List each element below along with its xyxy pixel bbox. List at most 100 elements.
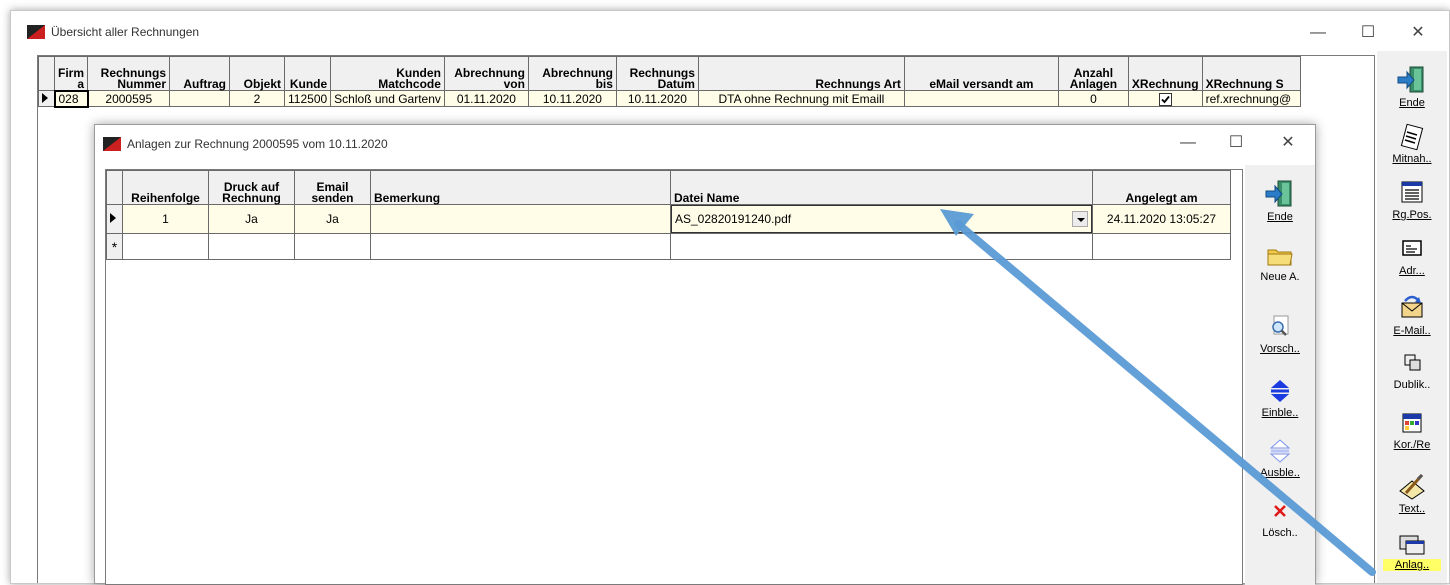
col-header-datei[interactable]: Datei Name bbox=[670, 170, 1093, 205]
minimize-button[interactable]: — bbox=[1295, 19, 1341, 47]
col-header[interactable]: Abrechnung von bbox=[443, 56, 529, 91]
dublik-button[interactable]: Dublik.. bbox=[1383, 345, 1441, 401]
maximize-button[interactable]: ☐ bbox=[1345, 19, 1391, 47]
xrechnung-checkbox[interactable] bbox=[1158, 92, 1172, 106]
cell-anlagen[interactable]: 0 bbox=[1057, 90, 1129, 107]
col-header-line: Reihenfolge bbox=[131, 191, 200, 205]
close-button[interactable]: ✕ bbox=[1395, 19, 1441, 47]
col-header-reihenfolge[interactable]: Reihenfolge bbox=[122, 170, 209, 205]
col-header-line: Objekt bbox=[243, 77, 282, 91]
col-header-line: Nummer bbox=[117, 77, 167, 91]
vorschau-button[interactable]: Vorsch.. bbox=[1251, 307, 1309, 363]
cell-bemerkung[interactable] bbox=[370, 204, 671, 234]
cell-angelegt[interactable]: 24.11.2020 13:05:27 bbox=[1092, 204, 1231, 234]
move-out-icon bbox=[1269, 439, 1291, 463]
new-row[interactable]: * bbox=[106, 233, 1231, 260]
adr-label: Adr... bbox=[1399, 265, 1425, 277]
email-label: E-Mail.. bbox=[1393, 325, 1431, 337]
cell-email-versandt[interactable] bbox=[903, 90, 1059, 107]
col-header[interactable]: Objekt bbox=[229, 56, 286, 91]
cell-bis[interactable]: 10.11.2020 bbox=[527, 90, 617, 107]
einblenden-button[interactable]: Einble.. bbox=[1251, 371, 1309, 427]
rgpos-button[interactable]: Rg.Pos. bbox=[1383, 173, 1441, 229]
cell-objekt[interactable]: 2 bbox=[229, 90, 286, 107]
cell-auftrag[interactable] bbox=[169, 90, 231, 107]
col-header[interactable]: Auftrag bbox=[169, 56, 231, 91]
invoice-header-row: Firm a Rechnungs Nummer Auftrag Objekt Kun… bbox=[38, 56, 1301, 91]
folder-icon bbox=[1267, 249, 1293, 266]
cell-empty[interactable] bbox=[208, 233, 295, 260]
table-row[interactable]: 1 Ja Ja AS_02820191240.pdf 24.11.2020 13… bbox=[106, 204, 1231, 234]
loeschen-button[interactable]: Lösch.. bbox=[1251, 491, 1309, 547]
main-titlebar: Übersicht aller Rechnungen — ☐ ✕ bbox=[11, 11, 1449, 51]
cell-empty[interactable] bbox=[1092, 233, 1231, 260]
col-header-email[interactable]: Email senden bbox=[294, 170, 371, 205]
col-header-line: Anlagen bbox=[1069, 77, 1118, 91]
anlag-label: Anlag.. bbox=[1383, 559, 1441, 571]
col-header[interactable]: Anzahl Anlagen bbox=[1057, 56, 1129, 91]
ausblenden-button[interactable]: Ausble.. bbox=[1251, 431, 1309, 487]
dialog-close-button[interactable]: ✕ bbox=[1265, 129, 1311, 157]
col-header[interactable]: Abrechnung bis bbox=[527, 56, 617, 91]
col-header[interactable]: XRechnung S bbox=[1201, 56, 1301, 91]
dialog-minimize-button[interactable]: — bbox=[1165, 129, 1211, 157]
email-icon bbox=[1401, 295, 1423, 318]
cell-druck[interactable]: Ja bbox=[208, 204, 295, 234]
attachments-icon bbox=[1399, 535, 1425, 555]
cell-xrechnung-s[interactable]: ref.xrechnung@ bbox=[1201, 90, 1301, 107]
app-icon bbox=[27, 25, 45, 39]
cell-empty[interactable] bbox=[294, 233, 371, 260]
col-header[interactable]: Rechnungs Datum bbox=[615, 56, 699, 91]
email-button[interactable]: E-Mail.. bbox=[1383, 287, 1441, 343]
col-header[interactable]: Kunde bbox=[284, 56, 332, 91]
cell-email[interactable]: Ja bbox=[294, 204, 371, 234]
korre-button[interactable]: Kor./Re bbox=[1383, 403, 1441, 459]
cell-art[interactable]: DTA ohne Rechnung mit Emaill bbox=[697, 90, 905, 107]
col-header-line: XRechnung S bbox=[1205, 77, 1284, 91]
col-header-bemerkung[interactable]: Bemerkung bbox=[370, 170, 671, 205]
attachments-table: Reihenfolge Druck auf Rechnung Email sende… bbox=[106, 170, 1231, 260]
cell-datum[interactable]: 10.11.2020 bbox=[615, 90, 699, 107]
cell-datei[interactable]: AS_02820191240.pdf bbox=[670, 204, 1093, 234]
list-window-icon bbox=[1401, 181, 1423, 203]
col-header[interactable]: XRechnung bbox=[1127, 56, 1203, 91]
text-button[interactable]: Text.. bbox=[1383, 465, 1441, 521]
col-header[interactable]: Rechnungs Art bbox=[697, 56, 905, 91]
main-window-title: Übersicht aller Rechnungen bbox=[51, 25, 200, 39]
cell-matchcode[interactable]: Schloß und Gartenv bbox=[330, 90, 445, 107]
anlag-button[interactable]: Anlag.. bbox=[1383, 527, 1441, 583]
neue-anlage-button[interactable]: Neue A. bbox=[1251, 237, 1309, 293]
col-header[interactable]: Kunden Matchcode bbox=[330, 56, 445, 91]
row-selector-header bbox=[38, 56, 55, 91]
col-header-line: Matchcode bbox=[378, 77, 441, 91]
dialog-maximize-button[interactable]: ☐ bbox=[1213, 129, 1259, 157]
cell-empty[interactable] bbox=[670, 233, 1093, 260]
col-header[interactable]: Firm a bbox=[53, 56, 89, 91]
col-header-druck[interactable]: Druck auf Rechnung bbox=[208, 170, 295, 205]
cell-empty[interactable] bbox=[370, 233, 671, 260]
col-header[interactable]: Rechnungs Nummer bbox=[87, 56, 171, 91]
mitnah-label: Mitnah.. bbox=[1392, 153, 1432, 165]
datei-name-combobox[interactable]: AS_02820191240.pdf bbox=[671, 205, 1092, 233]
duplicate-icon bbox=[1404, 354, 1421, 371]
dropdown-arrow-icon[interactable] bbox=[1072, 211, 1088, 227]
cell-xrechnung[interactable] bbox=[1127, 90, 1203, 107]
col-header-angelegt[interactable]: Angelegt am bbox=[1092, 170, 1231, 205]
dialog-sidebar: Ende Neue A. Vorsch.. Einble.. Ausble.. … bbox=[1245, 165, 1315, 585]
ende-button[interactable]: Ende bbox=[1383, 59, 1441, 115]
cell-firma[interactable]: 028 bbox=[53, 89, 89, 108]
mitnah-button[interactable]: Mitnah.. bbox=[1383, 117, 1441, 173]
row-selector[interactable] bbox=[38, 90, 55, 107]
exit-door-icon bbox=[1397, 66, 1424, 93]
cell-reihenfolge[interactable]: 1 bbox=[122, 204, 209, 234]
dialog-ende-button[interactable]: Ende bbox=[1251, 173, 1309, 229]
cell-kunde[interactable]: 112500 bbox=[284, 90, 332, 107]
row-selector[interactable] bbox=[106, 204, 123, 234]
cell-empty[interactable] bbox=[122, 233, 209, 260]
table-row[interactable]: 028 2000595 2 112500 Schloß und Gartenv … bbox=[38, 89, 1301, 108]
cell-nummer[interactable]: 2000595 bbox=[87, 90, 171, 107]
col-header[interactable]: eMail versandt am bbox=[903, 56, 1059, 91]
dialog-title: Anlagen zur Rechnung 2000595 vom 10.11.2… bbox=[127, 137, 388, 151]
cell-von[interactable]: 01.11.2020 bbox=[443, 90, 529, 107]
adr-button[interactable]: Adr... bbox=[1383, 231, 1441, 287]
